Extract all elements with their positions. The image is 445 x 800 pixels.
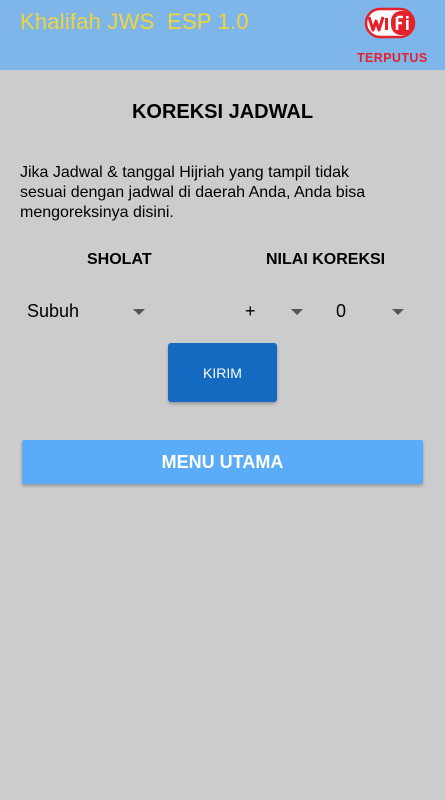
nilai-koreksi-column-header: NILAI KOREKSI (266, 251, 386, 268)
menu-utama-button[interactable]: MENU UTAMA (22, 440, 423, 484)
page-title: KOREKSI JADWAL (131, 101, 314, 123)
sholat-select-value: Subuh (27, 301, 80, 321)
sholat-column-header: SHOLAT (87, 251, 152, 268)
app-header: Khalifah JWS ESP 1.0 TERPUTUS (0, 0, 445, 70)
connection-status: TERPUTUS (357, 51, 428, 65)
chevron-down-icon (291, 309, 303, 315)
kirim-button[interactable]: KIRIM (168, 343, 277, 402)
sign-select-value: + (245, 301, 256, 321)
description-text: Jika Jadwal & tanggal Hijriah yang tampi… (20, 164, 366, 221)
wifi-icon[interactable] (364, 6, 416, 40)
chevron-down-icon (133, 309, 145, 315)
app-title: Khalifah JWS ESP 1.0 (20, 9, 249, 34)
chevron-down-icon (392, 309, 404, 315)
value-select-value: 0 (336, 301, 347, 321)
